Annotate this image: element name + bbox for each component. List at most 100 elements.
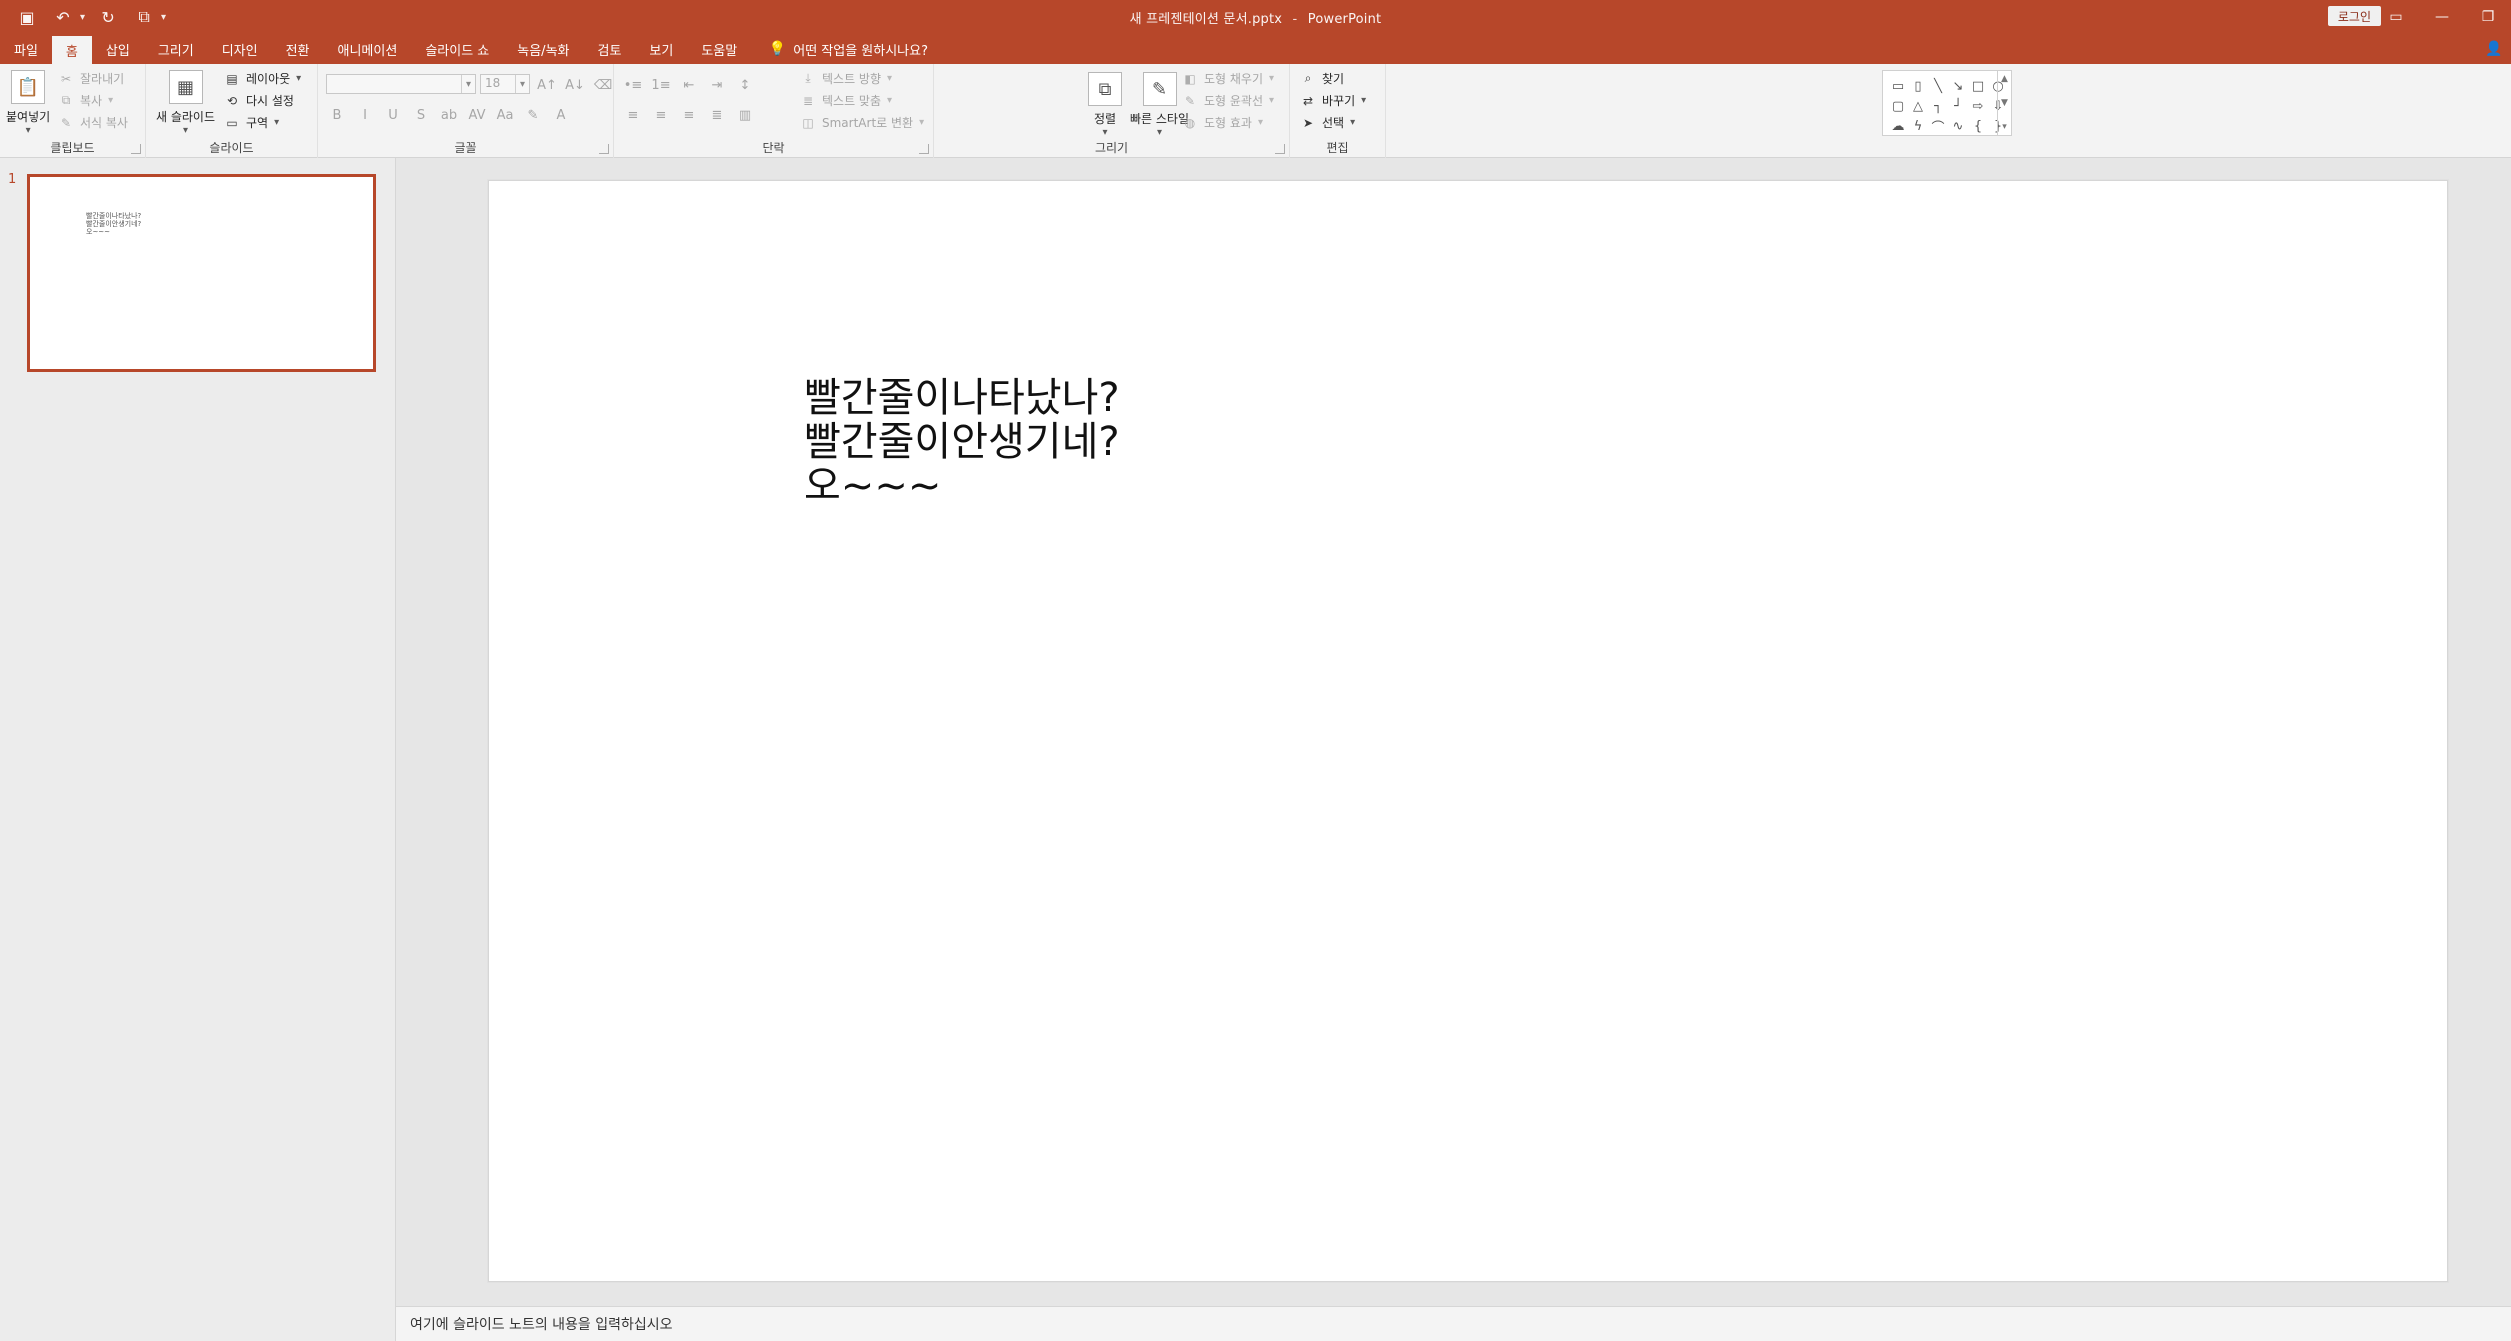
shapes-gallery-scroll[interactable]: ▲ ▼ ▾: [1997, 71, 2011, 135]
tab-insert[interactable]: 삽입: [92, 34, 144, 64]
select-dropdown-icon[interactable]: ▾: [1350, 117, 1355, 128]
new-slide-dropdown-icon[interactable]: ▾: [183, 125, 188, 136]
align-text-button[interactable]: ≣ 텍스트 맞춤 ▾: [800, 92, 892, 109]
font-name-dropdown-icon[interactable]: ▾: [461, 75, 475, 93]
paste-dropdown-icon[interactable]: ▾: [26, 125, 31, 136]
font-size-dropdown-icon[interactable]: ▾: [515, 75, 529, 93]
shapes-gallery[interactable]: ▭ ▯ ╲ ↘ □ ○ ▢ △ ┐ ┘ ⇨ ⇩ ☁ ϟ ⌒ ∿ { } ▲ ▼ …: [1882, 70, 2012, 136]
slide-thumbnail[interactable]: 빨간줄이나타났나? 빨간줄이안생기네? 오~~~: [27, 174, 376, 372]
notes-pane[interactable]: 여기에 슬라이드 노트의 내용을 입력하십시오: [396, 1306, 2511, 1341]
shape-fill-dropdown-icon[interactable]: ▾: [1269, 73, 1274, 84]
rounded-rectangle-shape-icon[interactable]: ▢: [1889, 97, 1907, 115]
clear-formatting-icon[interactable]: ⌫: [594, 76, 612, 94]
increase-indent-icon[interactable]: ⇥: [708, 76, 726, 94]
reset-button[interactable]: ⟲ 다시 설정: [224, 92, 294, 109]
replace-dropdown-icon[interactable]: ▾: [1361, 95, 1366, 106]
paragraph-dialog-launcher[interactable]: [919, 144, 929, 154]
text-direction-dropdown-icon[interactable]: ▾: [887, 73, 892, 84]
align-center-icon[interactable]: ≡: [652, 106, 670, 124]
present-icon[interactable]: ⧉: [131, 4, 157, 30]
replace-button[interactable]: ⇄ 바꾸기 ▾: [1300, 92, 1366, 109]
tell-me[interactable]: 💡 어떤 작업을 원하시나요?: [751, 34, 928, 64]
align-right-icon[interactable]: ≡: [680, 106, 698, 124]
font-name-combo[interactable]: ▾: [326, 74, 476, 94]
font-dialog-launcher[interactable]: [599, 144, 609, 154]
increase-font-size-icon[interactable]: A↑: [537, 76, 557, 94]
shape-fill-button[interactable]: ◧ 도형 채우기 ▾: [1182, 70, 1274, 87]
quick-styles-button[interactable]: ✎ 빠른 스타일 ▾: [1130, 72, 1189, 138]
tab-transitions[interactable]: 전환: [272, 34, 324, 64]
tab-draw[interactable]: 그리기: [144, 34, 208, 64]
tab-design[interactable]: 디자인: [208, 34, 272, 64]
layout-button[interactable]: ▤ 레이아웃 ▾: [224, 70, 301, 87]
curve-shape-icon[interactable]: ∿: [1949, 117, 1967, 135]
shape-effects-dropdown-icon[interactable]: ▾: [1258, 117, 1263, 128]
gallery-more-icon[interactable]: ▾: [2002, 122, 2007, 132]
decrease-indent-icon[interactable]: ⇤: [680, 76, 698, 94]
tab-home[interactable]: 홈: [51, 36, 92, 64]
format-painter-button[interactable]: ✎ 서식 복사: [58, 114, 128, 131]
brace-left-shape-icon[interactable]: {: [1969, 117, 1987, 135]
bullets-icon[interactable]: •≡: [624, 76, 643, 94]
line-shape-icon[interactable]: ╲: [1929, 77, 1947, 95]
justify-icon[interactable]: ≣: [708, 106, 726, 124]
gallery-down-icon[interactable]: ▼: [2001, 98, 2008, 108]
shadow-icon[interactable]: S: [412, 106, 430, 124]
tab-record[interactable]: 녹음/녹화: [503, 34, 583, 64]
smartart-dropdown-icon[interactable]: ▾: [919, 117, 924, 128]
slide-canvas[interactable]: 빨간줄이나타났나? 빨간줄이안생기네? 오~~~: [488, 180, 2448, 1282]
copy-dropdown-icon[interactable]: ▾: [108, 95, 113, 106]
tab-review[interactable]: 검토: [584, 34, 636, 64]
bold-icon[interactable]: B: [328, 106, 346, 124]
font-size-combo[interactable]: 18 ▾: [480, 74, 530, 94]
slide-text-box[interactable]: 빨간줄이나타났나? 빨간줄이안생기네? 오~~~: [804, 376, 1120, 508]
minimize-icon[interactable]: —: [2419, 0, 2465, 34]
highlight-icon[interactable]: ✎: [524, 106, 542, 124]
rectangle-shape-icon[interactable]: □: [1969, 77, 1987, 95]
customize-icon[interactable]: ▾: [161, 12, 166, 23]
change-case-icon[interactable]: Aa: [496, 106, 514, 124]
paste-button[interactable]: 📋 붙여넣기 ▾: [6, 70, 50, 136]
connector-shape-icon[interactable]: ┐: [1929, 97, 1947, 115]
decrease-font-size-icon[interactable]: A↓: [565, 76, 585, 94]
arrange-dropdown-icon[interactable]: ▾: [1102, 127, 1107, 138]
text-direction-button[interactable]: ⤓ 텍스트 방향 ▾: [800, 70, 892, 87]
new-slide-button[interactable]: ▦ 새 슬라이드 ▾: [156, 70, 215, 136]
ribbon-display-options-icon[interactable]: ▭: [2373, 0, 2419, 34]
shape-effects-button[interactable]: ◍ 도형 효과 ▾: [1182, 114, 1263, 131]
tab-slide-show[interactable]: 슬라이드 쇼: [411, 34, 503, 64]
clipboard-dialog-launcher[interactable]: [131, 144, 141, 154]
select-button[interactable]: ➤ 선택 ▾: [1300, 114, 1355, 131]
tab-animations[interactable]: 애니메이션: [324, 34, 412, 64]
tab-view[interactable]: 보기: [635, 34, 687, 64]
shape-outline-dropdown-icon[interactable]: ▾: [1269, 95, 1274, 106]
character-spacing-icon[interactable]: AV: [468, 106, 486, 124]
tab-file[interactable]: 파일: [0, 34, 52, 64]
elbow-connector-shape-icon[interactable]: ┘: [1949, 97, 1967, 115]
right-arrow-shape-icon[interactable]: ⇨: [1969, 97, 1987, 115]
vertical-textbox-shape-icon[interactable]: ▯: [1909, 77, 1927, 95]
layout-dropdown-icon[interactable]: ▾: [296, 73, 301, 84]
section-dropdown-icon[interactable]: ▾: [274, 117, 279, 128]
gallery-up-icon[interactable]: ▲: [2001, 74, 2008, 84]
section-button[interactable]: ▭ 구역 ▾: [224, 114, 279, 131]
arrange-button[interactable]: ⧉ 정렬 ▾: [1088, 72, 1122, 138]
align-text-dropdown-icon[interactable]: ▾: [887, 95, 892, 106]
undo-dropdown-icon[interactable]: ▾: [80, 12, 85, 23]
strikethrough-icon[interactable]: ab: [440, 106, 458, 124]
textbox-shape-icon[interactable]: ▭: [1889, 77, 1907, 95]
cloud-shape-icon[interactable]: ☁: [1889, 117, 1907, 135]
lightning-shape-icon[interactable]: ϟ: [1909, 117, 1927, 135]
underline-icon[interactable]: U: [384, 106, 402, 124]
restore-icon[interactable]: ❐: [2465, 0, 2511, 34]
smartart-button[interactable]: ◫ SmartArt로 변환 ▾: [800, 114, 924, 131]
copy-button[interactable]: ⧉ 복사 ▾: [58, 92, 113, 109]
shape-outline-button[interactable]: ✎ 도형 윤곽선 ▾: [1182, 92, 1274, 109]
line-spacing-icon[interactable]: ↕: [736, 76, 754, 94]
find-button[interactable]: ⌕ 찾기: [1300, 70, 1344, 87]
numbering-icon[interactable]: 1≡: [651, 76, 670, 94]
redo-icon[interactable]: ↻: [95, 4, 121, 30]
undo-icon[interactable]: ↶: [50, 4, 76, 30]
quick-styles-dropdown-icon[interactable]: ▾: [1157, 127, 1162, 138]
triangle-shape-icon[interactable]: △: [1909, 97, 1927, 115]
